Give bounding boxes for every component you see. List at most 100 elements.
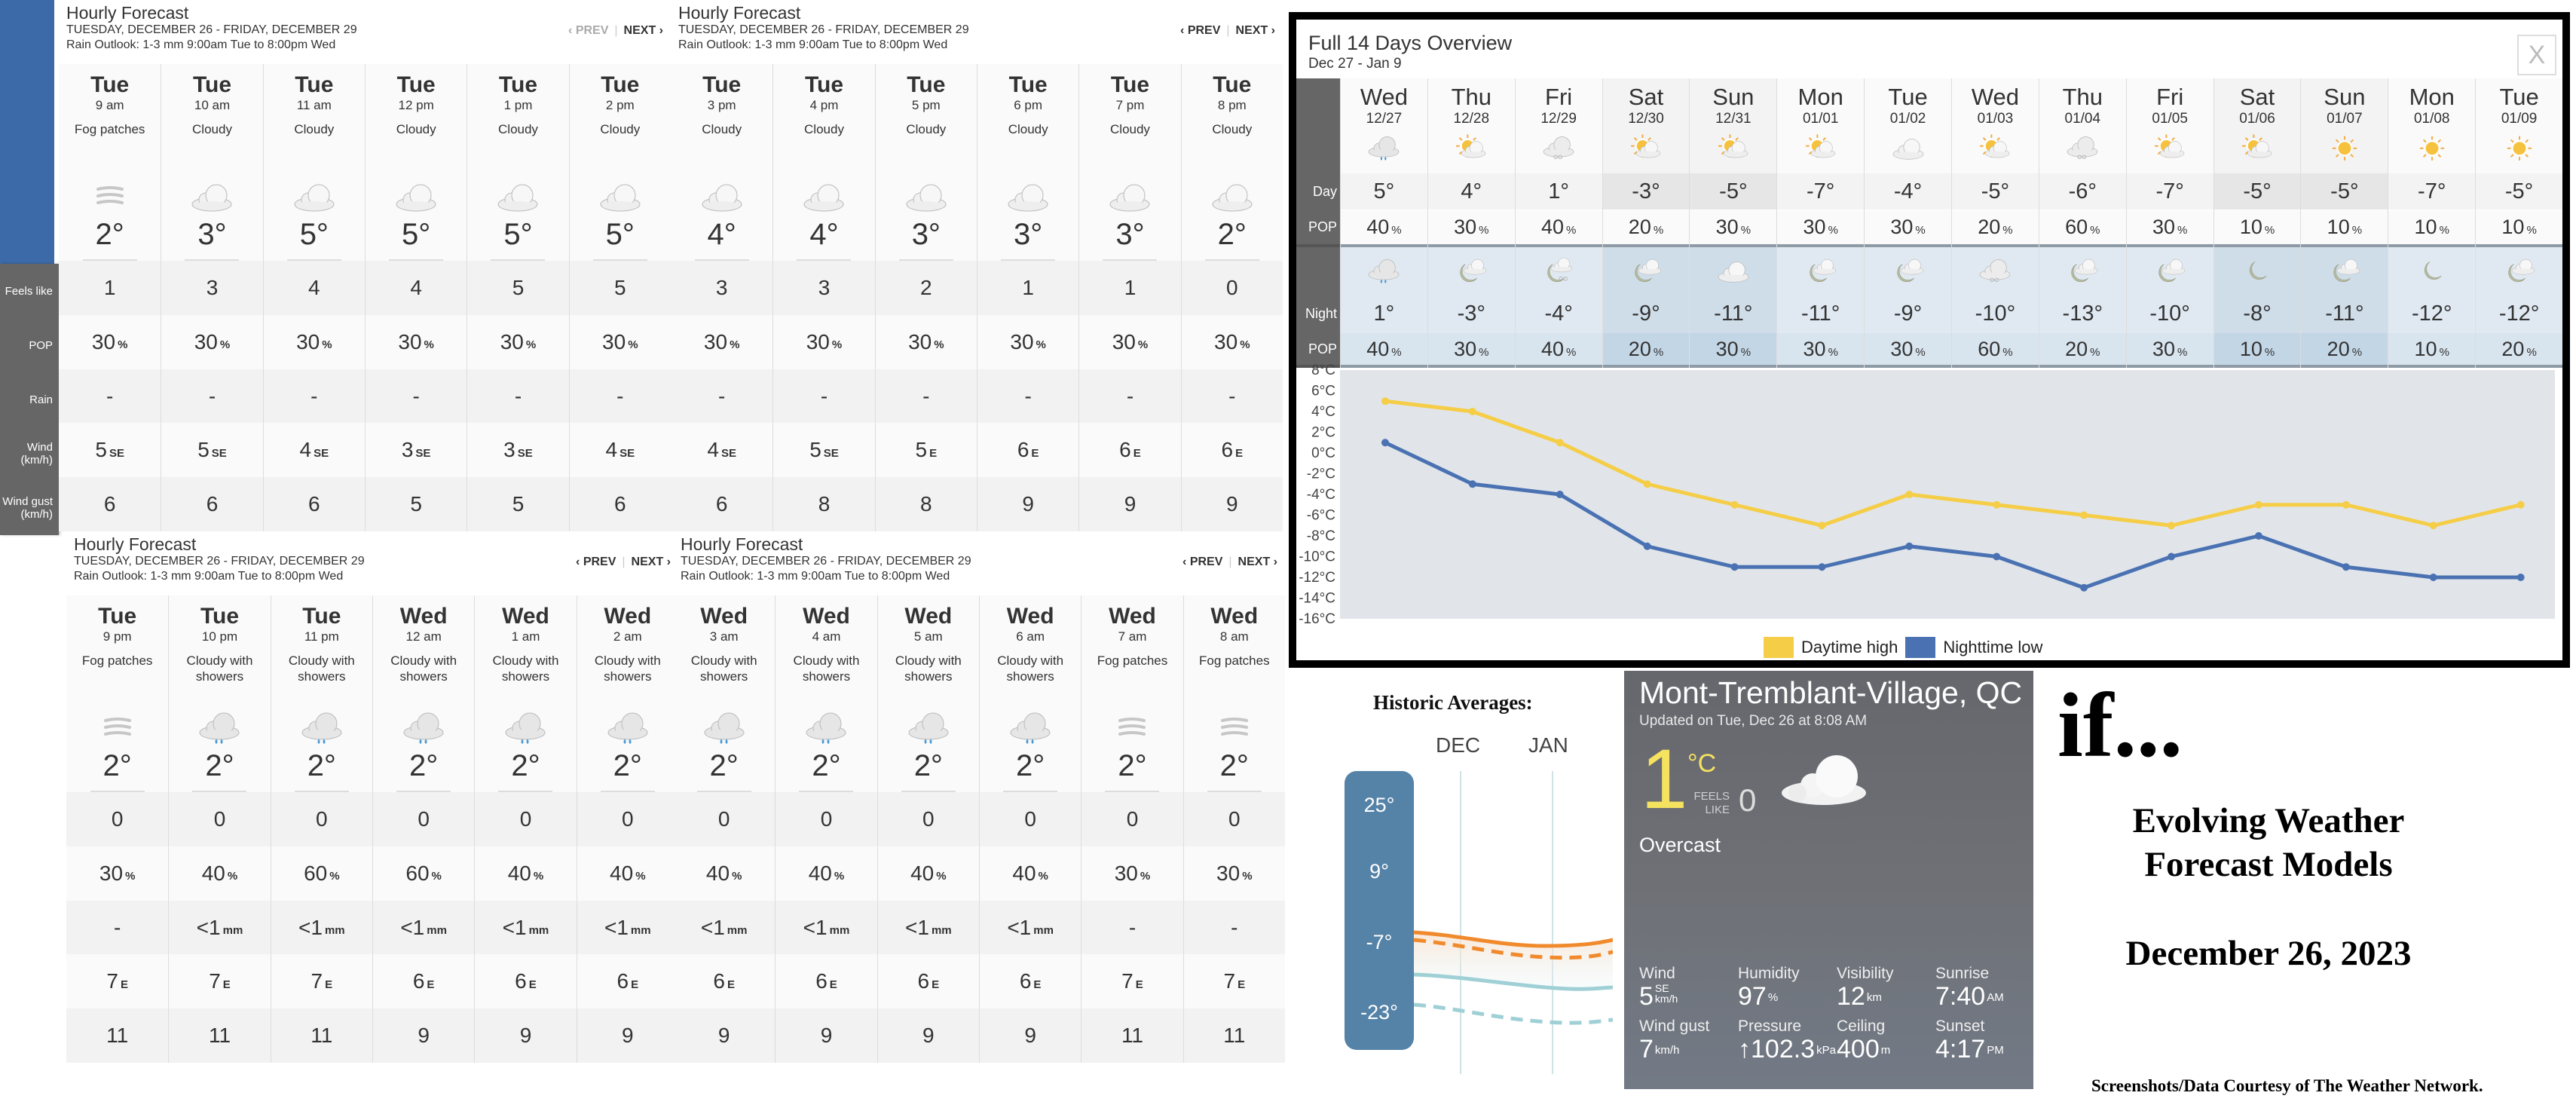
wind-cell: 6E: [1079, 423, 1181, 478]
next-button[interactable]: NEXT ›: [632, 555, 671, 569]
hour-temperature: 2°: [1016, 749, 1045, 782]
wind-gust-cell: 6: [263, 477, 365, 531]
hour-temperature: 5°: [299, 218, 329, 251]
stat-label: Ceiling: [1837, 1018, 1886, 1035]
data-point: [1381, 397, 1389, 405]
plot-area: [1340, 370, 2555, 619]
hour-column: Wed 4 am Cloudy with showers 2° 0 40% <1…: [775, 595, 877, 1063]
sun-cloud-icon: [1805, 134, 1836, 158]
location-name: Mont-Tremblant-Village, QC: [1639, 675, 2023, 710]
legend-swatch-daytime: [1764, 637, 1794, 658]
sun-cloud-icon: [1980, 134, 2010, 158]
hour-temperature: 3°: [1014, 218, 1043, 251]
prev-button[interactable]: ‹ PREV: [568, 24, 608, 38]
hour-column: Tue 12 pm Cloudy 5° 4 30% - 3 SE 5: [364, 64, 467, 531]
sun-icon: [2419, 136, 2444, 161]
rain-cell: -: [1081, 900, 1183, 955]
day-high: 1°: [1515, 173, 1602, 210]
feels-like-cell: 0: [1183, 792, 1285, 846]
hour-time: 7 pm: [1115, 98, 1145, 112]
overview-day-column[interactable]: Fri 12/29 1° 40% -4° 40%: [1514, 78, 1602, 368]
night-pop: 20%: [2301, 333, 2388, 365]
row-label: Wind (km/h): [20, 441, 54, 467]
pop-cell: 40%: [169, 846, 271, 901]
rain-cloud-icon: [607, 712, 648, 744]
data-point: [2516, 574, 2525, 581]
hour-column: Tue 5 pm Cloudy 3° 2 30% - 5E 8: [874, 64, 977, 531]
day-date: 12/30: [1628, 111, 1664, 127]
next-button[interactable]: NEXT ›: [624, 24, 663, 38]
hour-column: Wed 12 am Cloudy with showers 2° 0 60% <…: [372, 595, 475, 1063]
feels-like-cell: 3: [671, 261, 773, 315]
prev-button[interactable]: ‹ PREV: [1180, 24, 1220, 38]
overview-day-column[interactable]: Sat 01/06 -5° 10% -8° 10%: [2213, 78, 2301, 368]
night-low: 1°: [1340, 294, 1427, 333]
y-tick-label: -6°C: [1307, 508, 1335, 524]
sun-icon: [2507, 136, 2532, 161]
y-tick-label: 0°C: [1311, 445, 1335, 461]
day-pop: 30%: [1777, 210, 1865, 244]
y-tick-label: -2°C: [1307, 467, 1335, 482]
rain-cloud-icon: [1369, 259, 1400, 283]
hourly-columns: Tue 3 pm Cloudy 4° 3 30% - 4 SE 6 Tue 4 p…: [671, 64, 1283, 531]
day-high: -7°: [2388, 173, 2476, 210]
overview-day-column[interactable]: Sun 12/31 -5° 30% -11° 30%: [1689, 78, 1777, 368]
fog-icon: [96, 186, 124, 204]
overview-day-column[interactable]: Tue 01/02 -4° 30% -9° 30%: [1864, 78, 1951, 368]
stat-label: Humidity: [1738, 965, 1800, 982]
fog-icon: [1118, 718, 1146, 736]
wind-gust-cell: 8: [875, 477, 977, 531]
rain-cloud-icon: [704, 712, 745, 744]
next-button[interactable]: NEXT ›: [1238, 555, 1277, 569]
moon-cloud-icon: [2071, 259, 2098, 283]
overview-day-column[interactable]: Fri 01/05 -7° 30% -10° 30%: [2125, 78, 2213, 368]
prev-button[interactable]: ‹ PREV: [576, 555, 616, 569]
overview-day-column[interactable]: Mon 01/01 -7° 30% -11° 30%: [1776, 78, 1865, 368]
y-tick-label: -10°C: [1299, 549, 1335, 565]
conditions-stats: Wind 5 SE km/h Humidity 97% Visibility 12 km S…: [1639, 965, 2024, 1063]
rain-cell: -: [161, 369, 263, 424]
overview-day-column[interactable]: Tue 01/09 -5° 10% -12° 20%: [2475, 78, 2563, 368]
wind-cell: 6E: [877, 954, 979, 1009]
hour-column: Tue 10 pm Cloudy with showers 2° 0 40% <…: [168, 595, 271, 1063]
rain-cell: -: [263, 369, 365, 424]
overview-day-column[interactable]: Wed 01/03 -5° 20% -10° 60%: [1951, 78, 2039, 368]
rain-cell: <1 mm: [372, 900, 475, 955]
sidebar-accent: [0, 0, 54, 265]
overview-day-column[interactable]: Sat 12/30 -3° 20% -9° 20%: [1602, 78, 1690, 368]
overview-grid: Day POP Night POP Wed 12/27 5° 40% 1° 40…: [1296, 78, 2563, 368]
wind-cell: 7E: [1183, 954, 1285, 1009]
overview-day-column[interactable]: Thu 12/28 4° 30% -3° 30%: [1427, 78, 1515, 368]
legend-label-nighttime: Nighttime low: [1943, 638, 2043, 656]
feels-like-cell: 4: [365, 261, 467, 315]
stat-sunrise: Sunrise 7:40 AM: [1935, 965, 2034, 1010]
hour-condition: Cloudy: [804, 122, 844, 136]
night-pop: 40%: [1340, 333, 1427, 365]
day-date: 01/03: [1977, 111, 2014, 127]
scale-value: 25°: [1363, 794, 1395, 816]
night-low: -10°: [1952, 294, 2039, 333]
next-button[interactable]: NEXT ›: [1236, 24, 1275, 38]
hour-day: Tue: [1110, 72, 1150, 97]
wind-cell: 7E: [169, 954, 271, 1009]
overview-day-column[interactable]: Thu 01/04 -6° 60% -13° 20%: [2038, 78, 2126, 368]
close-button[interactable]: X: [2517, 35, 2556, 75]
hour-temperature: 2°: [511, 749, 540, 782]
overview-day-column[interactable]: Sun 01/07 -5° 10% -11° 20%: [2300, 78, 2388, 368]
data-point: [2342, 563, 2350, 571]
overview-day-column[interactable]: Mon 01/08 -7° 10% -12° 10%: [2388, 78, 2476, 368]
stat-value: 4:17 PM: [1935, 1035, 2004, 1063]
pop-cell: 30%: [365, 314, 467, 369]
feels-like-cell: 0: [979, 792, 1081, 846]
overview-day-column[interactable]: Wed 12/27 5° 40% 1° 40%: [1339, 78, 1427, 368]
data-point: [1730, 563, 1739, 571]
night-pop: 30%: [2126, 333, 2213, 365]
rain-cell: <1 mm: [475, 900, 577, 955]
hour-condition: Cloudy with showers: [793, 653, 860, 684]
pop-cell: 30%: [671, 314, 773, 369]
prev-button[interactable]: ‹ PREV: [1182, 555, 1222, 569]
day-date: 01/09: [2501, 111, 2538, 127]
hour-day: Tue: [396, 72, 436, 97]
hour-day: Wed: [700, 604, 748, 629]
temperature-chart: 8°C 6°C 4°C 2°C 0°C -2°C -4°C -6°C -8°C -10°C -12°…: [1296, 363, 2562, 660]
